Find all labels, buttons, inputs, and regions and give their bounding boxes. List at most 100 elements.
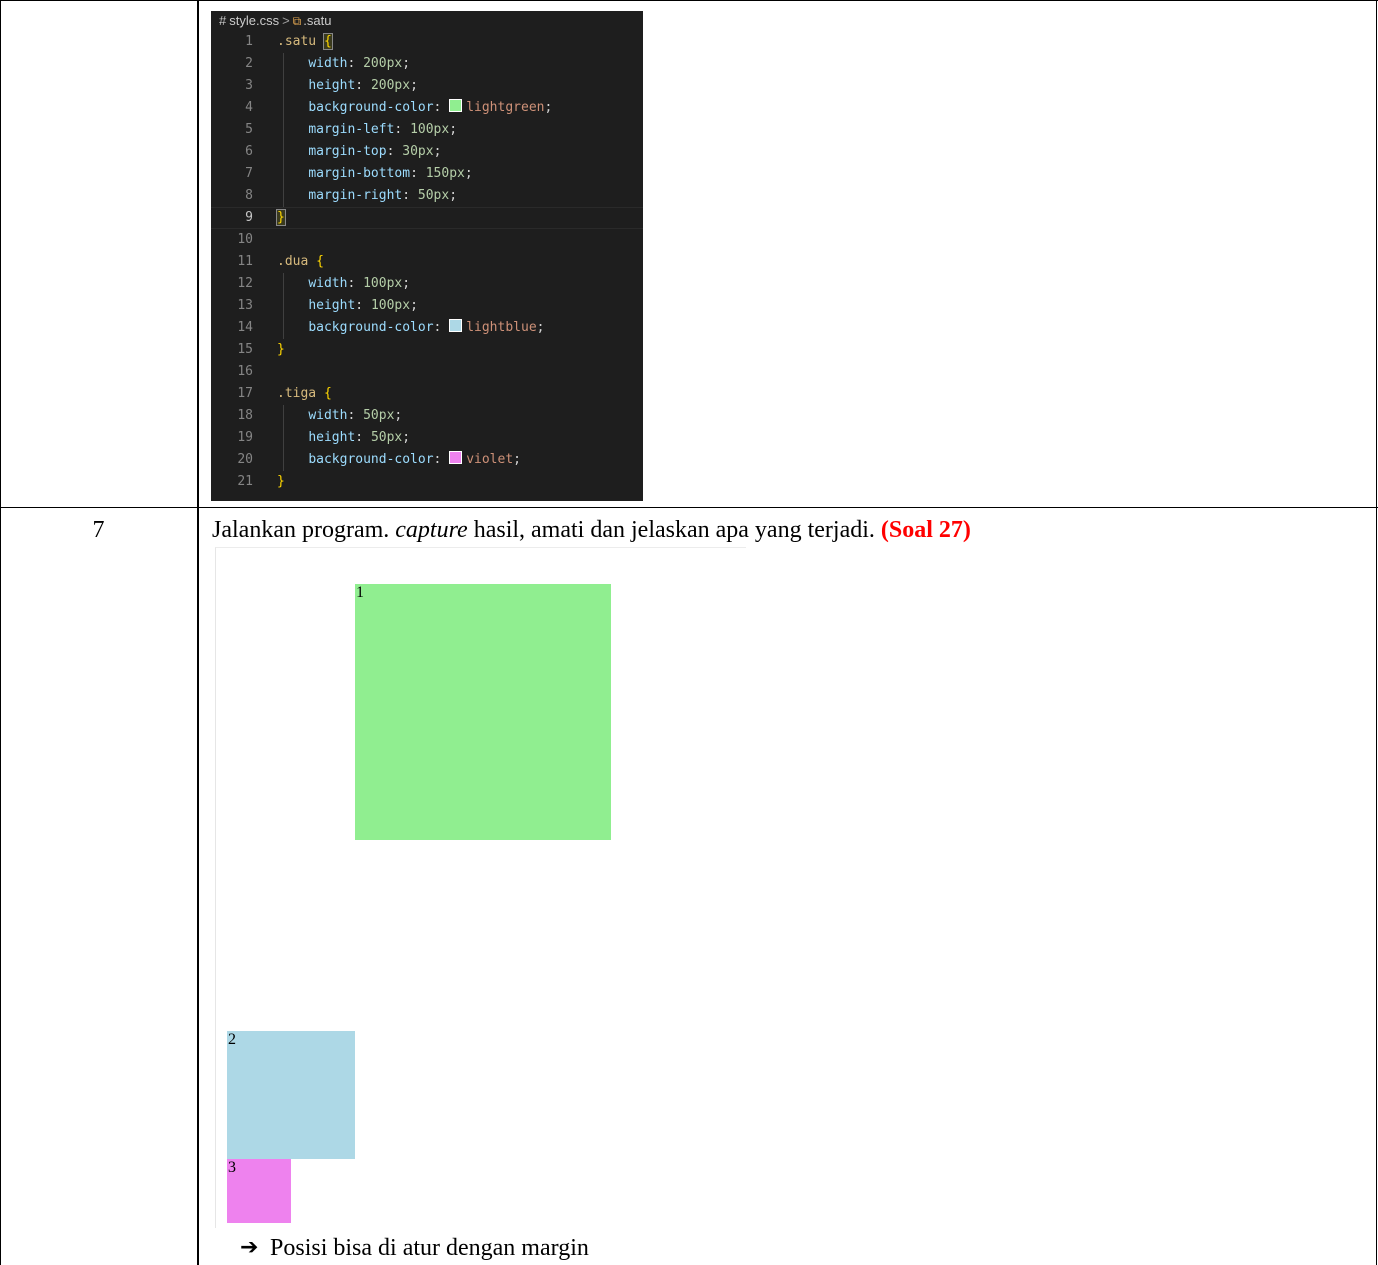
token-punct: ; bbox=[402, 276, 411, 291]
code-line: 7 margin-bottom: 150px; bbox=[211, 163, 643, 185]
token-num: 50px bbox=[370, 430, 403, 445]
token-punct: ; bbox=[402, 56, 411, 71]
token-prop: width bbox=[308, 276, 348, 291]
code-line: 5 margin-left: 100px; bbox=[211, 119, 643, 141]
token-punct: : bbox=[410, 166, 426, 181]
code-text: height: 100px; bbox=[277, 295, 418, 317]
table-border-right bbox=[1376, 0, 1377, 1265]
code-text: background-color: violet; bbox=[277, 449, 521, 471]
token-punct: ; bbox=[410, 298, 418, 313]
code-line: 21} bbox=[211, 471, 643, 493]
token-brace: { bbox=[323, 386, 332, 401]
token-num: 100px bbox=[410, 122, 450, 137]
column-divider bbox=[197, 0, 199, 1265]
box-tiga-label: 3 bbox=[228, 1159, 236, 1176]
token-punct: : bbox=[347, 276, 364, 291]
line-number: 21 bbox=[237, 474, 253, 489]
line-number: 20 bbox=[237, 452, 253, 467]
token-punct: ; bbox=[464, 166, 473, 181]
editor-breadcrumb: # style.css > ⧉ .satu bbox=[211, 11, 643, 31]
code-text: width: 200px; bbox=[277, 53, 410, 75]
line-number: 8 bbox=[245, 188, 253, 203]
code-line: 2 width: 200px; bbox=[211, 53, 643, 75]
code-line: 19 height: 50px; bbox=[211, 427, 643, 449]
token-num: 150px bbox=[425, 166, 465, 181]
token-punct: ; bbox=[449, 122, 458, 137]
row-number: 7 bbox=[92, 517, 105, 543]
token-num: 30px bbox=[402, 144, 434, 159]
row-divider bbox=[0, 507, 1378, 508]
line-number: 1 bbox=[245, 34, 253, 49]
line-number: 10 bbox=[237, 232, 253, 247]
line-number: 7 bbox=[245, 166, 253, 181]
code-line: 3 height: 200px; bbox=[211, 75, 643, 97]
token-punct: ; bbox=[536, 320, 545, 335]
token-brace-match: } bbox=[276, 209, 286, 226]
code-text: .tiga { bbox=[277, 383, 332, 405]
line-number: 4 bbox=[245, 100, 253, 115]
token-num: 100px bbox=[370, 298, 411, 313]
breadcrumb-file: style.css bbox=[229, 13, 280, 28]
code-text: width: 50px; bbox=[277, 405, 402, 427]
line-number: 14 bbox=[237, 320, 253, 335]
token-brace-match: { bbox=[322, 33, 333, 50]
code-line: 17 .tiga { bbox=[211, 383, 643, 405]
line-number: 6 bbox=[245, 144, 253, 159]
code-line: 13 height: 100px; bbox=[211, 295, 643, 317]
token-num: 50px bbox=[417, 188, 450, 203]
token-brace: { bbox=[316, 254, 324, 269]
code-text: } bbox=[277, 471, 285, 493]
box-dua: 2 bbox=[227, 1031, 355, 1159]
table-border-left bbox=[0, 0, 1, 1265]
code-text: } bbox=[277, 339, 285, 361]
code-text: background-color: lightblue; bbox=[277, 317, 544, 339]
code-text: margin-bottom: 150px; bbox=[277, 163, 473, 185]
box-satu: 1 bbox=[355, 584, 611, 840]
token-selector: .tiga bbox=[277, 386, 324, 401]
code-line: 8 margin-right: 50px; bbox=[211, 185, 643, 207]
token-prop: margin-right bbox=[308, 188, 403, 203]
code-line: 10 bbox=[211, 229, 643, 251]
code-line: 6 margin-top: 30px; bbox=[211, 141, 643, 163]
code-text: .satu { bbox=[277, 31, 333, 53]
conclusion-note: ➔ Posisi bisa di atur dengan margin bbox=[240, 1233, 589, 1263]
code-text: width: 100px; bbox=[277, 273, 410, 295]
code-editor-screenshot: # style.css > ⧉ .satu 1 .satu {2 width: 200px… bbox=[211, 11, 643, 501]
code-text: height: 50px; bbox=[277, 427, 410, 449]
code-line: 9} bbox=[211, 207, 643, 229]
token-punct: ; bbox=[449, 188, 458, 203]
code-line: 16 bbox=[211, 361, 643, 383]
line-number: 19 bbox=[237, 430, 253, 445]
box-tiga: 3 bbox=[227, 1159, 291, 1223]
token-prop: margin-left bbox=[308, 122, 395, 137]
table-border-top bbox=[0, 0, 1378, 1]
token-punct: : bbox=[386, 144, 403, 159]
code-text: .dua { bbox=[277, 251, 324, 273]
css-file-icon: # bbox=[219, 13, 227, 28]
token-punct: ; bbox=[410, 78, 418, 93]
token-prop: background-color bbox=[308, 452, 434, 467]
token-punct: : bbox=[355, 430, 371, 445]
token-prop: background-color bbox=[308, 320, 434, 335]
token-num: 200px bbox=[363, 56, 403, 71]
token-punct: : bbox=[433, 452, 450, 467]
token-punct: ; bbox=[544, 100, 553, 115]
token-punct: : bbox=[347, 56, 364, 71]
line-number: 18 bbox=[237, 408, 253, 423]
token-prop: height bbox=[308, 78, 356, 93]
code-line: 14 background-color: lightblue; bbox=[211, 317, 643, 339]
line-number: 9 bbox=[245, 210, 253, 225]
color-swatch bbox=[449, 451, 463, 464]
box-satu-label: 1 bbox=[356, 584, 364, 601]
code-text: height: 200px; bbox=[277, 75, 418, 97]
right-arrow-icon: ➔ bbox=[240, 1235, 259, 1260]
instruction-before: Jalankan program. bbox=[212, 517, 396, 543]
token-punct: : bbox=[433, 320, 450, 335]
token-num: 100px bbox=[363, 276, 403, 291]
chevron-right-icon: > bbox=[282, 13, 290, 28]
box-dua-label: 2 bbox=[228, 1031, 236, 1048]
breadcrumb-symbol: .satu bbox=[303, 13, 332, 28]
instruction-after: hasil, amati dan jelaskan apa yang terja… bbox=[467, 517, 881, 543]
token-prop: margin-bottom bbox=[308, 166, 411, 181]
token-punct: ; bbox=[394, 408, 403, 423]
